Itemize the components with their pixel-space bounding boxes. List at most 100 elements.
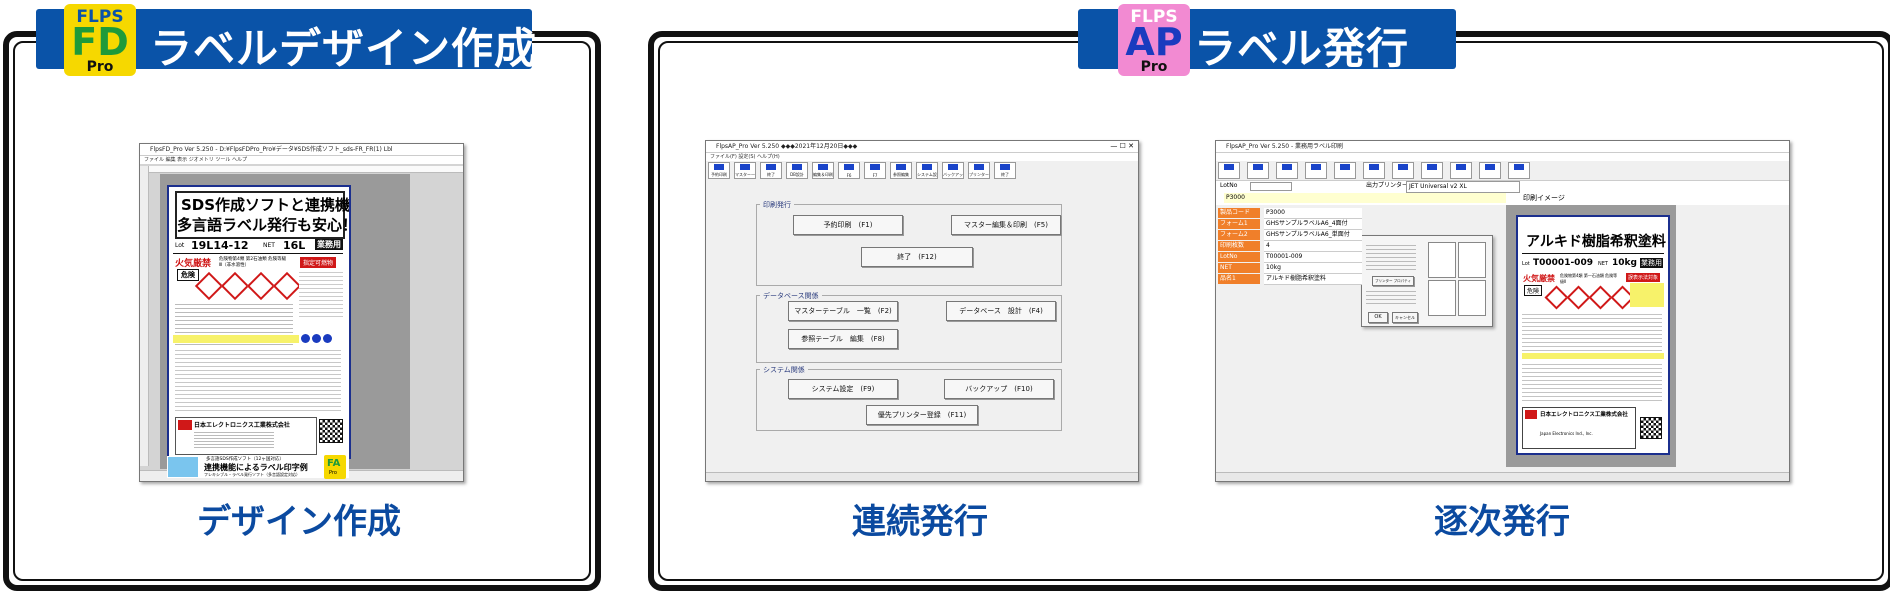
field-value-input[interactable]: GHSサンプルラベルA6_単面付: [1264, 230, 1362, 241]
preview-page: [1428, 280, 1456, 316]
preview-page: [1428, 242, 1456, 278]
field-value-input[interactable]: 4: [1264, 241, 1362, 252]
toolbar-exit[interactable]: 終了: [760, 162, 782, 179]
label-design-screenshot: FlpsFD_Pro Ver 5.250 - D:¥FlpsFDPro_Pro¥…: [139, 143, 464, 482]
fd-label-net: 16L: [283, 239, 306, 252]
seq-toolbar-button[interactable]: [1363, 162, 1385, 179]
sds-logo-icon: [168, 457, 198, 477]
system-settings-button[interactable]: システム設定 (F9): [788, 379, 898, 399]
seq-label-net: 10kg: [1612, 258, 1637, 268]
seq-toolbar-button[interactable]: [1247, 162, 1269, 179]
left-banner: FLPS FD Pro ラベルデザイン作成: [36, 4, 536, 76]
reserve-print-button[interactable]: 予約印刷 (F1): [793, 215, 903, 235]
ppe-icon: [312, 334, 321, 343]
seq-label-hazard: 火気厳禁: [1523, 274, 1555, 283]
ghs-exclamation-icon: [220, 271, 250, 301]
field-label: LotNo: [1218, 252, 1260, 262]
continuous-caption: 連続発行: [852, 502, 988, 542]
ap-status-bar: [706, 472, 1138, 481]
sequential-issue-window: FlpsAP_Pro Ver 5.250 - 業務用ラベル印刷 LotNo 出力…: [1215, 140, 1790, 482]
fd-label-headline1: SDS作成ソフトと連携機能: [181, 196, 351, 214]
field-label: フォーム2: [1218, 230, 1260, 240]
seq-toolbar-button[interactable]: [1276, 162, 1298, 179]
ref-table-edit-button[interactable]: 参照テーブル 編集 (F8): [788, 329, 898, 349]
field-value-input[interactable]: アルキド樹脂希釈塗料: [1264, 274, 1362, 285]
print-group-label: 印刷発行: [760, 200, 794, 210]
seq-label-preview: アルキド樹脂希釈塗料 Lot T00001-009 NET 10kg 業務用 火…: [1516, 215, 1670, 455]
database-design-button[interactable]: データベース 設計 (F4): [946, 301, 1056, 321]
toolbar-edit-print[interactable]: 編集＆印刷: [812, 162, 834, 179]
ap-toolbar[interactable]: 予約印刷 マスター一覧 終了 DB設計 編集＆印刷 F6 F7 参照編集 システ…: [708, 162, 1136, 179]
window-controls[interactable]: — ☐ ✕: [1110, 141, 1134, 152]
toolbar-master-list[interactable]: マスター一覧: [734, 162, 756, 179]
ghs-exclamation-icon: [1566, 285, 1591, 310]
field-value-input[interactable]: T00001-009: [1264, 252, 1362, 263]
seq-toolbar-button[interactable]: [1392, 162, 1414, 179]
toolbar-f7[interactable]: F7: [864, 162, 886, 179]
preview-page: [1458, 280, 1486, 316]
system-group-label: システム関係: [760, 365, 808, 375]
field-value-input[interactable]: 10kg: [1264, 263, 1362, 274]
right-banner: FLPS AP Pro ラベル発行: [1078, 4, 1456, 76]
fd-label-badge: 業務用: [315, 239, 343, 250]
ghs-flame-icon: [1544, 285, 1569, 310]
seq-status-bar: [1216, 472, 1789, 481]
database-group-label: データベース関係: [760, 291, 822, 301]
field-label: フォーム1: [1218, 219, 1260, 229]
seq-toolbar-button[interactable]: [1508, 162, 1530, 179]
company-logo-icon: [178, 420, 192, 430]
flps-fd-pro-logo: FLPS FD Pro: [64, 4, 136, 76]
sequential-caption: 逐次発行: [1434, 502, 1570, 542]
ap-menu-bar[interactable]: ファイル(F) 設定(S) ヘルプ(H): [706, 153, 1138, 161]
ghs-environment-icon: [272, 271, 302, 301]
seq-menu-bar[interactable]: [1216, 153, 1789, 161]
toolbar-db-design[interactable]: DB設計: [786, 162, 808, 179]
printer-property-button[interactable]: プリンター プロパティ: [1372, 276, 1414, 286]
seq-toolbar-button[interactable]: [1479, 162, 1501, 179]
design-caption: デザイン作成: [197, 502, 401, 542]
toolbar-system-settings[interactable]: システム設定: [916, 162, 938, 179]
seq-toolbar-button[interactable]: [1450, 162, 1472, 179]
seq-label-title: アルキド樹脂希釈塗料: [1526, 234, 1666, 250]
toolbar-printer-register[interactable]: プリンター登録: [968, 162, 990, 179]
seq-toolbar-button[interactable]: [1218, 162, 1240, 179]
field-label: 印刷枚数: [1218, 241, 1260, 251]
field-label: NET: [1218, 263, 1260, 273]
dialog-ok-button[interactable]: OK: [1368, 312, 1388, 323]
seq-label-badge: 業務用: [1640, 258, 1663, 268]
ap-window-title: FlpsAP_Pro Ver 5.250 ◆◆◆2021年12月20日◆◆◆: [706, 141, 1138, 153]
master-table-list-button[interactable]: マスターテーブル 一覧 (F2): [788, 301, 898, 321]
priority-printer-button[interactable]: 優先プリンター登録 (F11): [866, 405, 978, 425]
fd-label-lot: 19L14-12: [191, 239, 249, 252]
flps-ap-pro-logo: FLPS AP Pro: [1118, 4, 1190, 76]
seq-toolbar[interactable]: [1218, 162, 1787, 179]
backup-button[interactable]: バックアップ (F10): [944, 379, 1054, 399]
company-logo-icon: [1525, 410, 1537, 419]
toolbar-ref-edit[interactable]: 参照編集: [890, 162, 912, 179]
toolbar-reserve-print[interactable]: 予約印刷: [708, 162, 730, 179]
right-banner-title: ラベル発行: [1194, 24, 1410, 73]
printer-select[interactable]: JET Universal v2 XL: [1406, 181, 1520, 193]
field-value-input[interactable]: P3000: [1264, 208, 1362, 219]
preview-page: [1458, 242, 1486, 278]
fd-label-hazard: 火気厳禁: [175, 259, 212, 269]
exit-button[interactable]: 終了 (F12): [861, 247, 973, 267]
toolbar-f6[interactable]: F6: [838, 162, 860, 179]
qr-code-icon: [319, 419, 343, 443]
seq-toolbar-button[interactable]: [1421, 162, 1443, 179]
toolbar-backup[interactable]: バックアップ: [942, 162, 964, 179]
fd-left-toolbox[interactable]: [140, 166, 149, 466]
search-value[interactable]: P3000: [1224, 193, 1506, 203]
field-value-input[interactable]: GHSサンプルラベルA6_4面付: [1264, 219, 1362, 230]
seq-label-lot: T00001-009: [1533, 258, 1593, 268]
fd-menu-bar[interactable]: ファイル 編集 表示 ジオメトリ ツール ヘルプ: [140, 156, 463, 164]
ppe-icon: [301, 334, 310, 343]
seq-toolbar-button[interactable]: [1334, 162, 1356, 179]
lotno-search-input[interactable]: [1250, 182, 1292, 191]
continuous-issue-window: FlpsAP_Pro Ver 5.250 ◆◆◆2021年12月20日◆◆◆ —…: [705, 140, 1139, 482]
toolbar-exit-2[interactable]: 終了: [994, 162, 1016, 179]
master-edit-print-button[interactable]: マスター編集＆印刷 (F5): [951, 215, 1061, 235]
fd-label-preview: SDS作成ソフトと連携機能 多言語ラベル発行も安心！ Lot 19L14-12 …: [167, 185, 351, 459]
dialog-cancel-button[interactable]: キャンセル: [1392, 312, 1418, 323]
seq-toolbar-button[interactable]: [1305, 162, 1327, 179]
